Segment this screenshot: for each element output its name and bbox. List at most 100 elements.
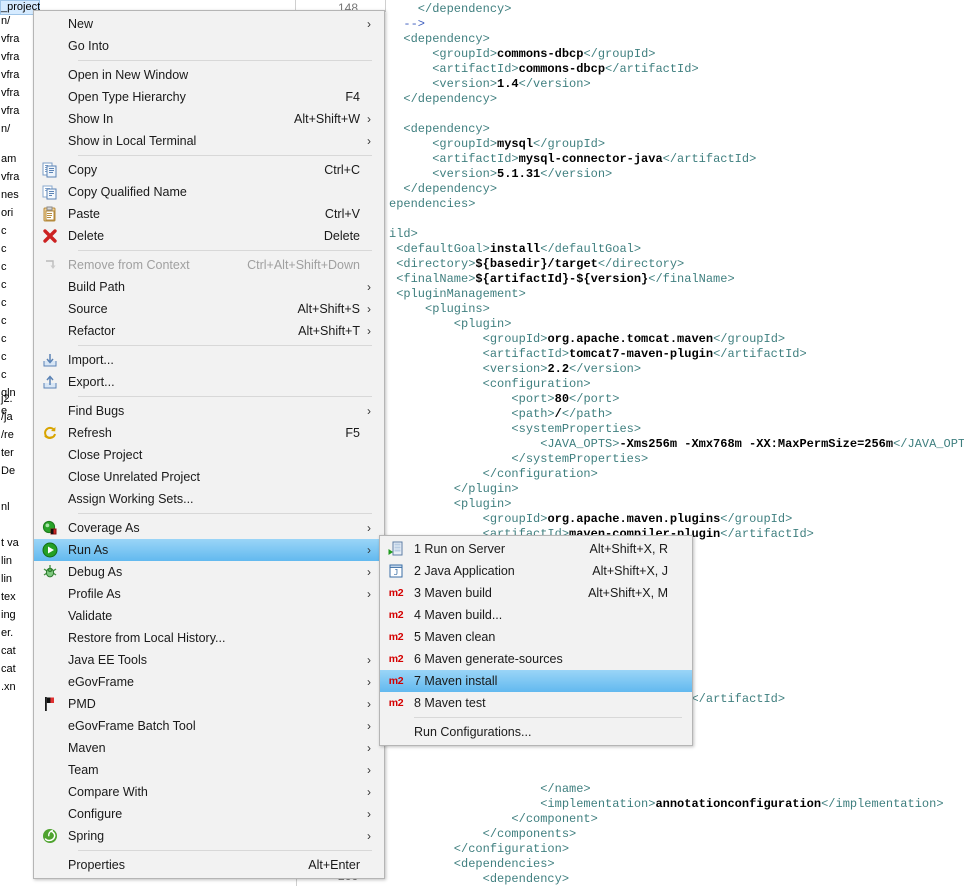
- tree-item[interactable]: cat: [0, 642, 34, 660]
- run-as-submenu[interactable]: 1 Run on ServerAlt+Shift+X, R›J2 Java Ap…: [379, 535, 693, 746]
- project-context-menu[interactable]: New›Go Into›Open in New Window›Open Type…: [33, 10, 385, 879]
- tree-item[interactable]: c: [0, 348, 34, 366]
- tree-item[interactable]: c: [0, 222, 34, 240]
- tree-item[interactable]: .xn: [0, 678, 34, 696]
- context-menu-item-maven[interactable]: Maven›: [34, 737, 384, 759]
- run-as-submenu-item-8-maven-test[interactable]: m28 Maven test›: [380, 692, 692, 714]
- tree-item[interactable]: nes: [0, 186, 34, 204]
- run-as-submenu-item-7-maven-install[interactable]: m27 Maven install›: [380, 670, 692, 692]
- context-menu-item-label: Export...: [66, 371, 360, 393]
- context-menu-item-new[interactable]: New›: [34, 13, 384, 35]
- context-menu-item-run-as[interactable]: Run As›: [34, 539, 384, 561]
- context-menu-item-show-in-local-terminal[interactable]: Show in Local Terminal›: [34, 130, 384, 152]
- chevron-right-icon: ›: [362, 298, 376, 320]
- run-as-submenu-item-2-java-application[interactable]: J2 Java ApplicationAlt+Shift+X, J›: [380, 560, 692, 582]
- tree-item[interactable]: lin: [0, 552, 34, 570]
- context-menu-item-open-in-new-window[interactable]: Open in New Window›: [34, 64, 384, 86]
- tree-item[interactable]: cat: [0, 660, 34, 678]
- tree-item[interactable]: c: [0, 240, 34, 258]
- context-menu-item-copy[interactable]: CopyCtrl+C›: [34, 159, 384, 181]
- tree-item[interactable]: c: [0, 276, 34, 294]
- context-menu-item-close-project[interactable]: Close Project›: [34, 444, 384, 466]
- tree-item[interactable]: n/: [0, 12, 34, 30]
- context-menu-item-configure[interactable]: Configure›: [34, 803, 384, 825]
- tree-item[interactable]: vfra: [0, 48, 34, 66]
- run-as-submenu-item-1-run-on-server[interactable]: 1 Run on ServerAlt+Shift+X, R›: [380, 538, 692, 560]
- context-menu-item-refresh[interactable]: RefreshF5›: [34, 422, 384, 444]
- context-menu-item-go-into[interactable]: Go Into›: [34, 35, 384, 57]
- run-as-submenu-item-3-maven-build[interactable]: m23 Maven buildAlt+Shift+X, M›: [380, 582, 692, 604]
- context-menu-item-label: Open in New Window: [66, 64, 360, 86]
- remove-from-context-icon: [34, 254, 66, 276]
- context-menu-item-open-type-hierarchy[interactable]: Open Type HierarchyF4›: [34, 86, 384, 108]
- context-menu-item-import[interactable]: Import...›: [34, 349, 384, 371]
- code-line: <groupId>org.apache.tomcat.maven</groupI…: [389, 332, 964, 347]
- context-menu-item-coverage-as[interactable]: Coverage As›: [34, 517, 384, 539]
- run-as-submenu-item-run-configurations[interactable]: Run Configurations...›: [380, 721, 692, 743]
- tree-item[interactable]: er.: [0, 624, 34, 642]
- context-menu-item-paste[interactable]: PasteCtrl+V›: [34, 203, 384, 225]
- tree-item[interactable]: tex: [0, 588, 34, 606]
- context-menu-item-validate[interactable]: Validate›: [34, 605, 384, 627]
- tree-item[interactable]: c: [0, 312, 34, 330]
- context-menu-item-label: Assign Working Sets...: [66, 488, 360, 510]
- context-menu-item-spring[interactable]: Spring›: [34, 825, 384, 847]
- tree-item[interactable]: /ja: [0, 408, 34, 426]
- tree-item[interactable]: [0, 480, 34, 498]
- code-line: <directory>${basedir}/target</directory>: [389, 257, 964, 272]
- context-menu-item-close-unrelated-project[interactable]: Close Unrelated Project›: [34, 466, 384, 488]
- context-menu-item-assign-working-sets[interactable]: Assign Working Sets...›: [34, 488, 384, 510]
- context-menu-item-egovframe[interactable]: eGovFrame›: [34, 671, 384, 693]
- tree-item[interactable]: t va: [0, 534, 34, 552]
- context-menu-separator: [78, 250, 372, 251]
- context-menu-item-pmd[interactable]: PMD›: [34, 693, 384, 715]
- context-menu-item-java-ee-tools[interactable]: Java EE Tools›: [34, 649, 384, 671]
- run-as-submenu-item-4-maven-build[interactable]: m24 Maven build...›: [380, 604, 692, 626]
- tree-item[interactable]: De: [0, 462, 34, 480]
- run-as-submenu-item-5-maven-clean[interactable]: m25 Maven clean›: [380, 626, 692, 648]
- context-menu-item-egovframe-batch-tool[interactable]: eGovFrame Batch Tool›: [34, 715, 384, 737]
- context-menu-item-compare-with[interactable]: Compare With›: [34, 781, 384, 803]
- context-menu-item-debug-as[interactable]: Debug As›: [34, 561, 384, 583]
- context-menu-item-copy-qualified-name[interactable]: Copy Qualified Name›: [34, 181, 384, 203]
- tree-item[interactable]: lin: [0, 570, 34, 588]
- tree-item[interactable]: vfra: [0, 102, 34, 120]
- tree-item[interactable]: vfra: [0, 66, 34, 84]
- context-menu-item-build-path[interactable]: Build Path›: [34, 276, 384, 298]
- context-menu-item-accelerator: Alt+Enter: [308, 854, 362, 876]
- tree-item[interactable]: c: [0, 294, 34, 312]
- tree-item[interactable]: ing: [0, 606, 34, 624]
- context-menu-item-restore-from-local-history[interactable]: Restore from Local History...›: [34, 627, 384, 649]
- tree-item[interactable]: nl: [0, 498, 34, 516]
- no-icon: [34, 108, 66, 130]
- m2-icon: m2: [380, 692, 412, 714]
- context-menu-item-properties[interactable]: PropertiesAlt+Enter›: [34, 854, 384, 876]
- tree-item[interactable]: c: [0, 366, 34, 384]
- tree-item[interactable]: c: [0, 258, 34, 276]
- context-menu-item-team[interactable]: Team›: [34, 759, 384, 781]
- chevron-right-icon: ›: [362, 737, 376, 759]
- context-menu-item-export[interactable]: Export...›: [34, 371, 384, 393]
- run-as-submenu-item-6-maven-generate-sources[interactable]: m26 Maven generate-sources›: [380, 648, 692, 670]
- run-as-submenu-item-label: 1 Run on Server: [412, 538, 589, 560]
- tree-item[interactable]: ter: [0, 444, 34, 462]
- tree-item[interactable]: ori: [0, 204, 34, 222]
- context-menu-item-refactor[interactable]: RefactorAlt+Shift+T›: [34, 320, 384, 342]
- tree-item[interactable]: /re: [0, 426, 34, 444]
- context-menu-item-show-in[interactable]: Show InAlt+Shift+W›: [34, 108, 384, 130]
- context-menu-item-delete[interactable]: DeleteDelete›: [34, 225, 384, 247]
- tree-item[interactable]: c: [0, 330, 34, 348]
- run-as-submenu-item-label: 2 Java Application: [412, 560, 592, 582]
- context-menu-item-source[interactable]: SourceAlt+Shift+S›: [34, 298, 384, 320]
- context-menu-item-remove-from-context[interactable]: Remove from ContextCtrl+Alt+Shift+Down›: [34, 254, 384, 276]
- context-menu-item-find-bugs[interactable]: Find Bugs›: [34, 400, 384, 422]
- tree-item[interactable]: vfra: [0, 84, 34, 102]
- tree-item[interactable]: n/: [0, 120, 34, 138]
- tree-item[interactable]: vfra: [0, 168, 34, 186]
- context-menu-item-profile-as[interactable]: Profile As›: [34, 583, 384, 605]
- tree-item[interactable]: [0, 516, 34, 534]
- context-menu-item-label: Import...: [66, 349, 360, 371]
- tree-item[interactable]: am: [0, 150, 34, 168]
- tree-item[interactable]: j2.: [0, 390, 34, 408]
- tree-item[interactable]: vfra: [0, 30, 34, 48]
